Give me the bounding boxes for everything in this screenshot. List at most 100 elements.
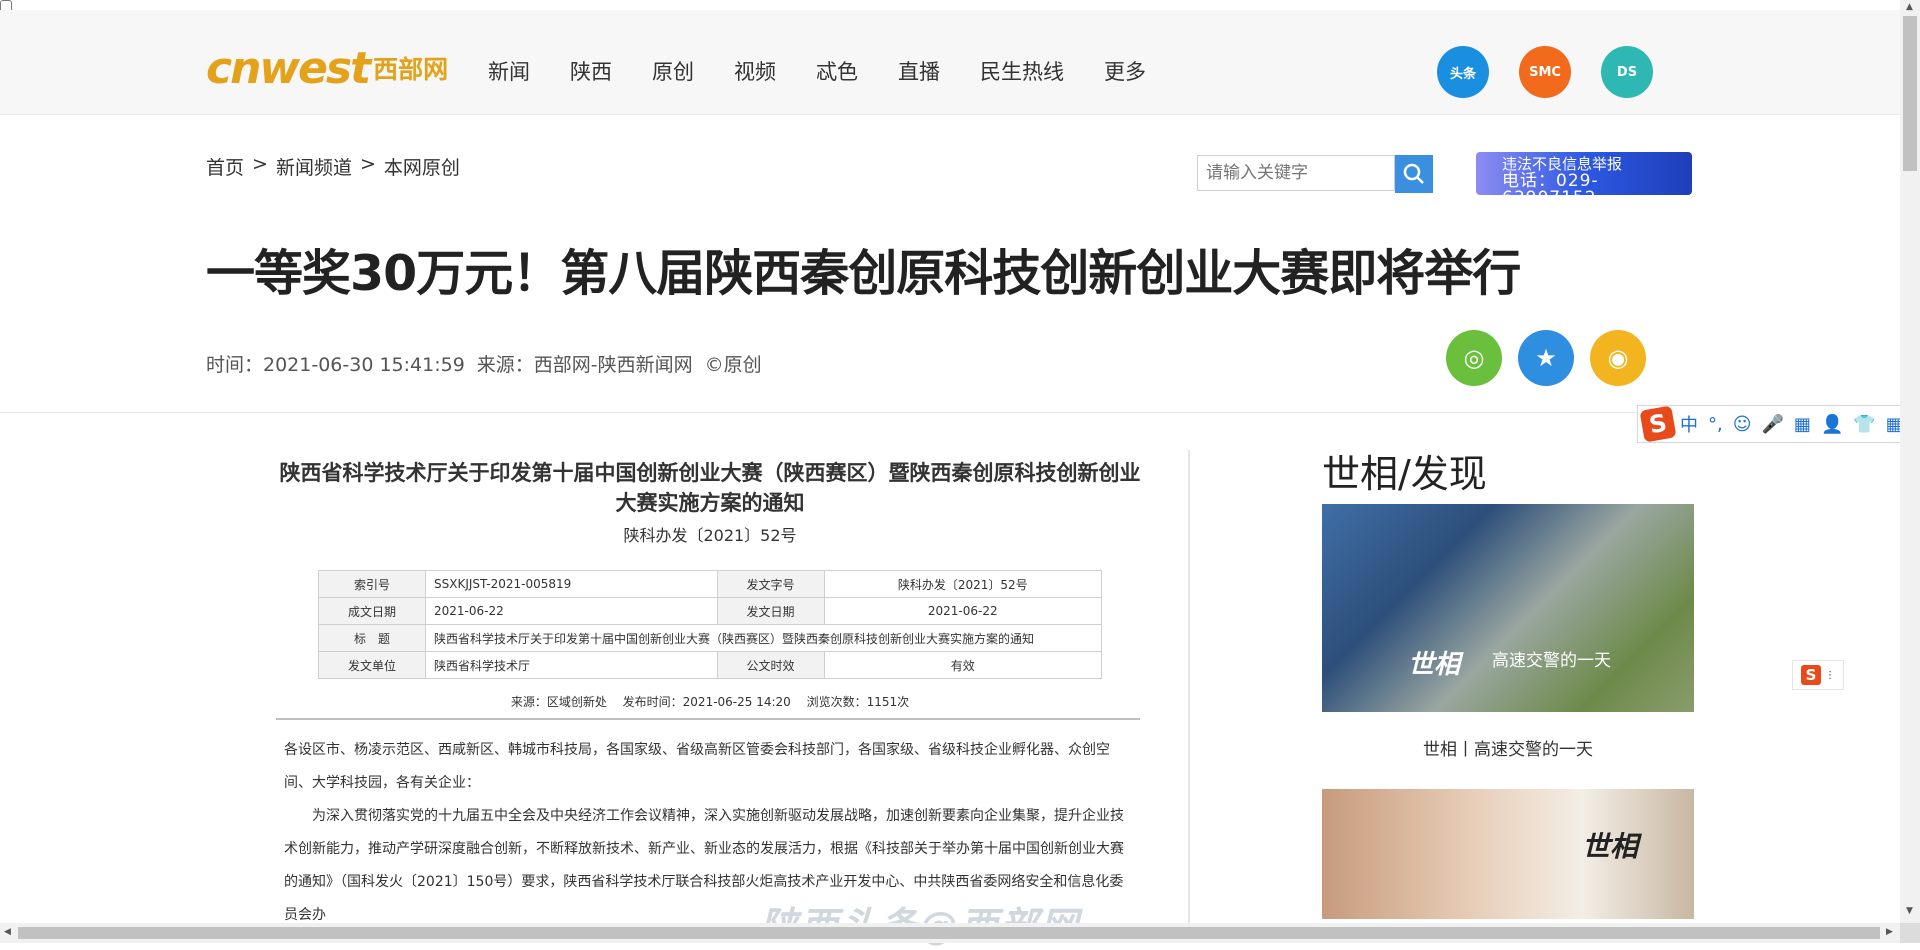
table-row: 索引号 SSXKJJST-2021-005819 发文字号 陕科办发〔2021〕… (318, 570, 1103, 598)
table-cell: 成文日期 (318, 597, 426, 625)
breadcrumb-home[interactable]: 首页 (206, 153, 244, 180)
sidebar-card-label[interactable]: 世相丨高速交警的一天 (1322, 735, 1694, 760)
sidebar-title: 世相/发现 (1322, 452, 1487, 496)
nav-hotline[interactable]: 民生热线 (980, 56, 1064, 86)
sidebar-card-image[interactable]: 世相 高速交警的一天 (1322, 504, 1694, 712)
main-nav: 新闻 陕西 原创 视频 忒色 直播 民生热线 更多 (488, 56, 1186, 86)
table-cell: 陕西省科学技术厅 (425, 651, 718, 679)
scroll-down-icon[interactable]: ▼ (1906, 906, 1913, 916)
wechat-glyph: ◎ (1463, 344, 1485, 372)
ime-punct[interactable]: °, (1708, 414, 1723, 435)
meta-original: ©原创 (704, 354, 762, 376)
nav-video[interactable]: 视频 (734, 56, 776, 86)
breadcrumb-channel[interactable]: 新闻频道 (276, 153, 352, 180)
ime-lang[interactable]: 中 (1680, 411, 1698, 437)
search-input[interactable] (1197, 155, 1395, 191)
table-cell: 公文时效 (716, 651, 825, 679)
table-row: 标 题 陕西省科学技术厅关于印发第十届中国创新创业大赛（陕西赛区）暨陕西秦创原科… (318, 624, 1102, 652)
sogou-logo-icon[interactable]: S (1639, 405, 1677, 443)
nav-live[interactable]: 直播 (898, 56, 940, 86)
smc-app-label: SMC (1529, 64, 1561, 80)
share-buttons: ◎ ★ ◉ (1446, 330, 1662, 386)
search-button[interactable] (1395, 155, 1433, 193)
nav-shaanxi[interactable]: 陕西 (570, 56, 612, 86)
app-icons: 头条 SMC DS (1437, 46, 1683, 98)
search-icon (1403, 163, 1424, 184)
meta-time: 时间：2021-06-30 15:41:59 (206, 354, 465, 376)
report-banner[interactable]: 违法不良信息举报 电话：029-63907152 (1476, 152, 1692, 207)
sidebar-card-image[interactable]: 世相 (1322, 789, 1694, 919)
nav-news[interactable]: 新闻 (488, 56, 530, 86)
article-body: 陕西省科学技术厅关于印发第十届中国创新创业大赛（陕西赛区）暨陕西秦创原科技创新创… (270, 458, 1150, 932)
logo-latin: cnwest (206, 42, 371, 94)
horizontal-scrollbar[interactable]: ◀ ▶ (0, 923, 1900, 943)
nav-more[interactable]: 更多 (1104, 56, 1146, 86)
qzone-glyph: ★ (1535, 344, 1557, 372)
header-divider (0, 412, 1900, 413)
doc-info-table: 索引号 SSXKJJST-2021-005819 发文字号 陕科办发〔2021〕… (318, 570, 1103, 679)
card-brand: 世相 (1408, 650, 1461, 680)
ime-mini-widget[interactable]: S ⋮ (1792, 660, 1844, 690)
table-cell: 2021-06-22 (425, 597, 718, 625)
ime-voice-icon[interactable]: 🎤 (1762, 414, 1784, 435)
breadcrumb-sep: > (359, 153, 376, 175)
meta-source: 来源：西部网-陕西新闻网 (476, 354, 693, 376)
breadcrumb: 首页 > 新闻频道 > 本网原创 (206, 153, 468, 180)
ime-toolbar: S 中 °, ☺ 🎤 ▦ 👤 👕 ▦ (1637, 405, 1920, 443)
scroll-thumb[interactable] (18, 927, 1880, 939)
ime-skin-icon[interactable]: 👕 (1853, 414, 1875, 435)
card-brand: 世相 (1582, 830, 1639, 863)
column-divider (1188, 450, 1190, 930)
weibo-icon[interactable]: ◉ (1590, 330, 1646, 386)
sogou-mini-icon: S (1801, 665, 1821, 685)
logo-cn: 西部网 (373, 55, 449, 84)
toutiao-app-icon[interactable]: 头条 (1437, 46, 1489, 98)
table-cell: 标 题 (318, 624, 426, 652)
table-cell: 有效 (823, 651, 1103, 679)
table-row: 成文日期 2021-06-22 发文日期 2021-06-22 (318, 597, 1103, 625)
scrollbar-corner (1900, 923, 1920, 943)
table-cell: 发文字号 (716, 570, 825, 598)
scroll-up-icon[interactable]: ▲ (1906, 2, 1913, 12)
ime-keyboard-icon[interactable]: ▦ (1794, 414, 1811, 435)
wechat-icon[interactable]: ◎ (1446, 330, 1502, 386)
table-cell: 发文单位 (318, 651, 426, 679)
breadcrumb-sep: > (252, 153, 268, 175)
toutiao-app-label: 头条 (1449, 66, 1476, 82)
smc-app-icon[interactable]: SMC (1519, 46, 1571, 98)
mini-menu-icon: ⋮ (1825, 669, 1835, 681)
page-title: 一等奖30万元！第八届陕西秦创原科技创新创业大赛即将举行 (206, 245, 1521, 302)
table-cell: 发文日期 (716, 597, 825, 625)
breadcrumb-current[interactable]: 本网原创 (384, 153, 460, 180)
ime-user-icon[interactable]: 👤 (1821, 414, 1843, 435)
ds-app-icon[interactable]: DS (1601, 46, 1653, 98)
table-cell: 陕西省科学技术厅关于印发第十届中国创新创业大赛（陕西赛区）暨陕西秦创原科技创新创… (425, 624, 1102, 652)
nav-original[interactable]: 原创 (652, 56, 694, 86)
weibo-glyph: ◉ (1607, 344, 1629, 372)
card-photo: 世相 (1322, 789, 1694, 919)
scroll-right-icon[interactable]: ▶ (1886, 927, 1893, 937)
search-box (1197, 155, 1433, 193)
card-caption: 高速交警的一天 (1492, 651, 1611, 671)
table-cell: 索引号 (318, 570, 426, 598)
doc-number: 陕科办发〔2021〕52号 (623, 526, 797, 545)
vertical-scrollbar[interactable]: ▲ ▼ (1900, 0, 1920, 923)
top-navbar: cnwest 西部网 新闻 陕西 原创 视频 忒色 直播 民生热线 更多 头条 … (0, 10, 1900, 115)
scroll-left-icon[interactable]: ◀ (4, 927, 11, 937)
qzone-icon[interactable]: ★ (1518, 330, 1574, 386)
doc-title: 陕西省科学技术厅关于印发第十届中国创新创业大赛（陕西赛区）暨陕西秦创原科技创新创… (279, 461, 1141, 515)
ds-app-label: DS (1616, 64, 1638, 80)
doc-source: 来源：区域创新处 发布时间：2021-06-25 14:20 浏览次数：1151… (510, 695, 910, 709)
nav-special[interactable]: 忒色 (816, 56, 858, 86)
table-row: 发文单位 陕西省科学技术厅 公文时效 有效 (318, 651, 1103, 679)
report-phone: 电话：029-63907152 (1502, 171, 1599, 208)
article-meta: 时间：2021-06-30 15:41:59 来源：西部网-陕西新闻网 ©原创 (206, 350, 774, 377)
site-logo[interactable]: cnwest 西部网 (206, 38, 448, 98)
scroll-thumb[interactable] (1903, 16, 1917, 171)
card-photo: 世相 高速交警的一天 (1322, 504, 1694, 712)
table-cell: 陕科办发〔2021〕52号 (823, 570, 1103, 598)
doc-divider (276, 718, 1140, 720)
table-cell: 2021-06-22 (823, 597, 1103, 625)
ime-emoji-icon[interactable]: ☺ (1733, 414, 1752, 435)
doc-paragraph: 各设区市、杨凌示范区、西咸新区、韩城市科技局，各国家级、省级高新区管委会科技部门… (284, 742, 1110, 791)
